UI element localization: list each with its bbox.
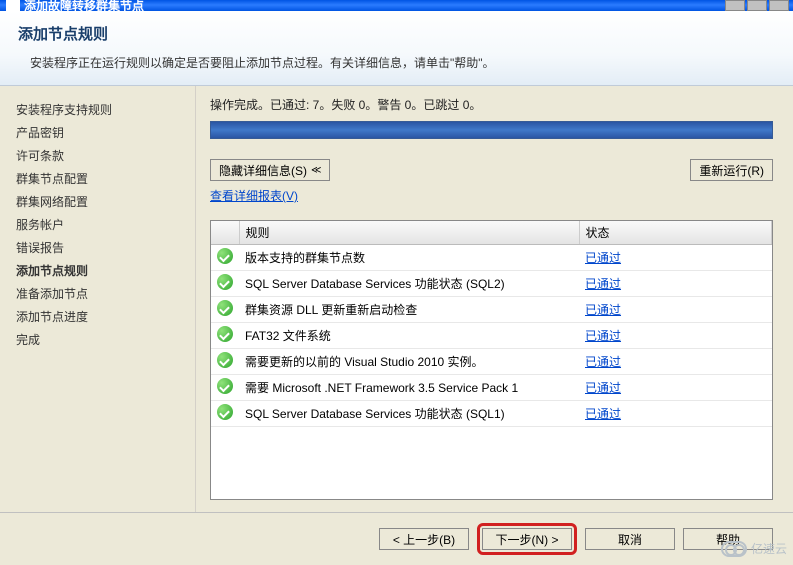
status-icon-cell	[211, 375, 239, 401]
sidebar-item[interactable]: 准备添加节点	[14, 282, 187, 305]
pass-icon	[217, 352, 233, 368]
status-icon-cell	[211, 401, 239, 427]
pass-icon	[217, 326, 233, 342]
pass-icon	[217, 404, 233, 420]
status-link[interactable]: 已通过	[585, 277, 621, 291]
rule-cell: 群集资源 DLL 更新重新启动检查	[239, 297, 579, 323]
sidebar-item[interactable]: 错误报告	[14, 236, 187, 259]
pass-icon	[217, 248, 233, 264]
table-row: 版本支持的群集节点数已通过	[211, 245, 772, 271]
page-header: 添加节点规则 安装程序正在运行规则以确定是否要阻止添加节点过程。有关详细信息，请…	[0, 11, 793, 86]
sidebar: 安装程序支持规则产品密钥许可条款群集节点配置群集网络配置服务帐户错误报告添加节点…	[0, 86, 195, 512]
status-link[interactable]: 已通过	[585, 251, 621, 265]
table-row: SQL Server Database Services 功能状态 (SQL2)…	[211, 271, 772, 297]
cancel-button[interactable]: 取消	[585, 528, 675, 550]
window-titlebar: 添加故障转移群集节点	[0, 0, 793, 11]
col-rule: 规则	[239, 221, 579, 245]
sidebar-item[interactable]: 安装程序支持规则	[14, 98, 187, 121]
rule-cell: 需要 Microsoft .NET Framework 3.5 Service …	[239, 375, 579, 401]
sidebar-item[interactable]: 完成	[14, 328, 187, 351]
rule-cell: FAT32 文件系统	[239, 323, 579, 349]
status-cell: 已通过	[579, 323, 772, 349]
view-report-link[interactable]: 查看详细报表(V)	[210, 187, 298, 204]
sidebar-item[interactable]: 服务帐户	[14, 213, 187, 236]
table-row: 群集资源 DLL 更新重新启动检查已通过	[211, 297, 772, 323]
status-icon-cell	[211, 297, 239, 323]
window-title: 添加故障转移群集节点	[24, 0, 144, 11]
status-link[interactable]: 已通过	[585, 381, 621, 395]
progress-bar	[210, 121, 773, 139]
sidebar-item[interactable]: 产品密钥	[14, 121, 187, 144]
minimize-button[interactable]	[725, 0, 745, 11]
status-link[interactable]: 已通过	[585, 355, 621, 369]
operation-status: 操作完成。已通过: 7。失败 0。警告 0。已跳过 0。	[210, 96, 773, 113]
chevron-up-icon: ≪	[311, 165, 321, 176]
hide-details-button[interactable]: 隐藏详细信息(S) ≪	[210, 159, 330, 181]
table-row: FAT32 文件系统已通过	[211, 323, 772, 349]
status-cell: 已通过	[579, 245, 772, 271]
status-icon-cell	[211, 349, 239, 375]
footer: < 上一步(B) 下一步(N) > 取消 帮助	[0, 512, 793, 565]
maximize-button[interactable]	[747, 0, 767, 11]
table-row: SQL Server Database Services 功能状态 (SQL1)…	[211, 401, 772, 427]
status-icon-cell	[211, 245, 239, 271]
status-link[interactable]: 已通过	[585, 329, 621, 343]
pass-icon	[217, 378, 233, 394]
status-icon-cell	[211, 323, 239, 349]
status-cell: 已通过	[579, 271, 772, 297]
next-button-highlight: 下一步(N) >	[477, 523, 577, 555]
app-icon	[6, 0, 20, 11]
sidebar-item[interactable]: 许可条款	[14, 144, 187, 167]
next-button[interactable]: 下一步(N) >	[482, 528, 572, 550]
status-cell: 已通过	[579, 349, 772, 375]
col-icon	[211, 221, 239, 245]
pass-icon	[217, 274, 233, 290]
table-row: 需要更新的以前的 Visual Studio 2010 实例。已通过	[211, 349, 772, 375]
status-link[interactable]: 已通过	[585, 303, 621, 317]
status-cell: 已通过	[579, 297, 772, 323]
sidebar-item[interactable]: 群集节点配置	[14, 167, 187, 190]
rules-table: 规则 状态 版本支持的群集节点数已通过SQL Server Database S…	[211, 221, 772, 427]
rerun-button[interactable]: 重新运行(R)	[690, 159, 773, 181]
rules-table-container: 规则 状态 版本支持的群集节点数已通过SQL Server Database S…	[210, 220, 773, 500]
close-button[interactable]	[769, 0, 789, 11]
status-cell: 已通过	[579, 401, 772, 427]
status-link[interactable]: 已通过	[585, 407, 621, 421]
back-button[interactable]: < 上一步(B)	[379, 528, 469, 550]
rule-cell: SQL Server Database Services 功能状态 (SQL1)	[239, 401, 579, 427]
main-panel: 操作完成。已通过: 7。失败 0。警告 0。已跳过 0。 隐藏详细信息(S) ≪…	[195, 86, 793, 512]
page-subtitle: 安装程序正在运行规则以确定是否要阻止添加节点过程。有关详细信息，请单击"帮助"。	[30, 54, 775, 71]
table-row: 需要 Microsoft .NET Framework 3.5 Service …	[211, 375, 772, 401]
rule-cell: 需要更新的以前的 Visual Studio 2010 实例。	[239, 349, 579, 375]
col-status: 状态	[579, 221, 772, 245]
status-cell: 已通过	[579, 375, 772, 401]
hide-details-label: 隐藏详细信息(S)	[219, 162, 307, 179]
rule-cell: 版本支持的群集节点数	[239, 245, 579, 271]
page-title: 添加节点规则	[18, 23, 775, 44]
pass-icon	[217, 300, 233, 316]
help-button[interactable]: 帮助	[683, 528, 773, 550]
sidebar-item[interactable]: 添加节点进度	[14, 305, 187, 328]
rerun-label: 重新运行(R)	[699, 162, 764, 179]
rule-cell: SQL Server Database Services 功能状态 (SQL2)	[239, 271, 579, 297]
sidebar-item[interactable]: 群集网络配置	[14, 190, 187, 213]
sidebar-item[interactable]: 添加节点规则	[14, 259, 187, 282]
status-icon-cell	[211, 271, 239, 297]
